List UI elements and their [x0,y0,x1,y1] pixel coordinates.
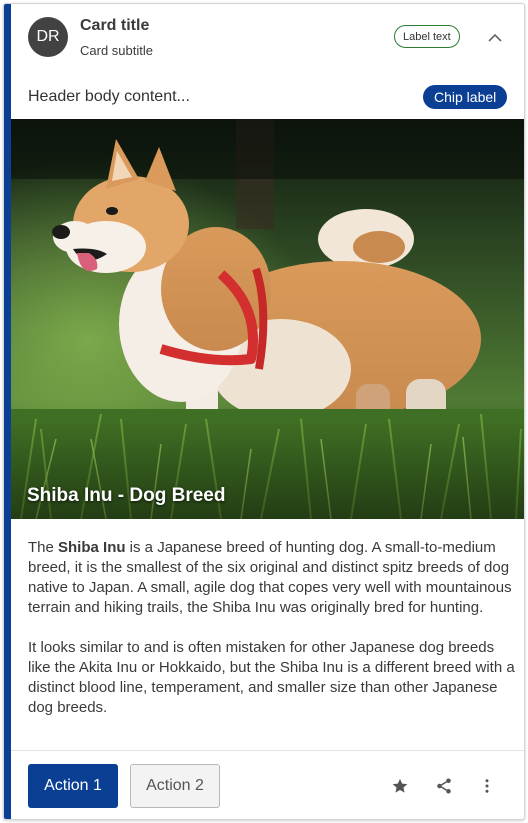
more-vertical-icon [485,779,489,793]
action-1-button[interactable]: Action 1 [28,764,118,808]
chevron-up-icon [488,33,502,42]
breed-name-bold: Shiba Inu [58,539,126,556]
action-2-button[interactable]: Action 2 [130,764,220,808]
content-paragraph-2: It looks similar to and is often mistake… [28,639,515,716]
share-button[interactable] [432,774,456,798]
card-title: Card title [80,17,150,34]
card-accent-bar [4,4,11,819]
content-paragraph-1: The Shiba Inu is a Japanese breed of hun… [28,538,516,618]
collapse-button[interactable] [484,26,506,48]
label-badge: Label text [394,25,460,48]
card: DR Card title Card subtitle Label text H… [3,3,525,820]
share-icon [437,778,451,794]
card-subtitle: Card subtitle [80,43,153,58]
card-media: Shiba Inu - Dog Breed [11,119,524,519]
header-body-content: Header body content... [28,88,190,105]
actions-divider [11,750,524,751]
more-options-button[interactable] [475,774,499,798]
p1-prefix: The [28,539,59,556]
dog-photo [11,119,524,519]
avatar: DR [28,17,68,57]
chip[interactable]: Chip label [423,85,508,109]
card-content: The Shiba Inu is a Japanese breed of hun… [28,538,516,738]
card-header: DR Card title Card subtitle Label text H… [11,4,524,122]
star-icon [392,778,408,793]
media-title: Shiba Inu - Dog Breed [27,485,226,506]
favorite-button[interactable] [388,774,412,798]
